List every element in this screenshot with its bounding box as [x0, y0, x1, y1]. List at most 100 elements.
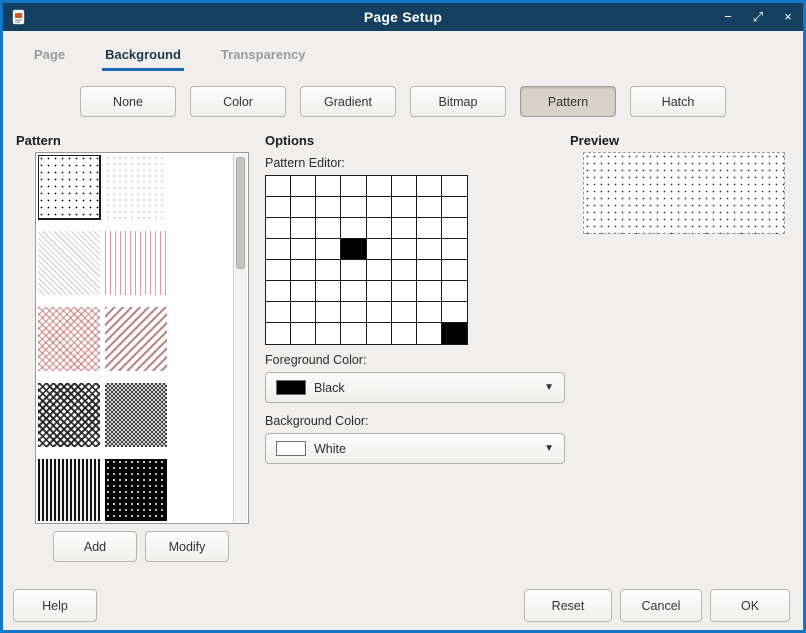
cancel-button[interactable]: Cancel [620, 589, 702, 622]
close-icon[interactable]: × [781, 3, 795, 31]
editor-cell-4-3[interactable] [341, 260, 366, 281]
editor-cell-4-5[interactable] [392, 260, 417, 281]
editor-cell-1-5[interactable] [392, 197, 417, 218]
page-setup-dialog: Page Setup − ⤢ × Page Background Transpa… [0, 0, 806, 633]
fill-none-button[interactable]: None [80, 86, 176, 117]
editor-cell-0-6[interactable] [417, 176, 442, 197]
minimize-icon[interactable]: − [721, 3, 735, 31]
help-button[interactable]: Help [13, 589, 97, 622]
editor-cell-1-2[interactable] [316, 197, 341, 218]
editor-cell-2-4[interactable] [367, 218, 392, 239]
editor-cell-7-3[interactable] [341, 323, 366, 344]
pattern-swatch-dots-sparse[interactable] [38, 155, 100, 219]
editor-cell-4-0[interactable] [266, 260, 291, 281]
reset-button[interactable]: Reset [524, 589, 612, 622]
editor-cell-5-1[interactable] [291, 281, 316, 302]
editor-cell-1-3[interactable] [341, 197, 366, 218]
editor-cell-7-7[interactable] [442, 323, 467, 344]
editor-cell-0-1[interactable] [291, 176, 316, 197]
editor-cell-3-5[interactable] [392, 239, 417, 260]
editor-cell-4-6[interactable] [417, 260, 442, 281]
pattern-editor-grid[interactable] [265, 175, 468, 345]
pattern-swatch-diagonal-red[interactable] [105, 307, 167, 371]
editor-cell-2-2[interactable] [316, 218, 341, 239]
background-color-dropdown[interactable]: White ▼ [265, 433, 565, 464]
editor-cell-6-0[interactable] [266, 302, 291, 323]
editor-cell-4-1[interactable] [291, 260, 316, 281]
titlebar[interactable]: Page Setup − ⤢ × [3, 3, 803, 31]
editor-cell-1-0[interactable] [266, 197, 291, 218]
editor-cell-3-4[interactable] [367, 239, 392, 260]
editor-cell-6-3[interactable] [341, 302, 366, 323]
editor-cell-2-1[interactable] [291, 218, 316, 239]
editor-cell-3-1[interactable] [291, 239, 316, 260]
editor-cell-5-2[interactable] [316, 281, 341, 302]
pattern-swatch-black-white-dots[interactable] [105, 459, 167, 521]
scrollbar-thumb[interactable] [236, 157, 245, 269]
fill-gradient-button[interactable]: Gradient [300, 86, 396, 117]
editor-cell-3-2[interactable] [316, 239, 341, 260]
editor-cell-6-2[interactable] [316, 302, 341, 323]
fill-color-button[interactable]: Color [190, 86, 286, 117]
pattern-swatch-crosshatch-red[interactable] [38, 307, 100, 371]
tab-page[interactable]: Page [31, 47, 68, 71]
editor-cell-7-0[interactable] [266, 323, 291, 344]
editor-cell-2-0[interactable] [266, 218, 291, 239]
editor-cell-6-6[interactable] [417, 302, 442, 323]
fill-bitmap-button[interactable]: Bitmap [410, 86, 506, 117]
fill-hatch-button[interactable]: Hatch [630, 86, 726, 117]
add-button[interactable]: Add [53, 531, 137, 562]
editor-cell-1-6[interactable] [417, 197, 442, 218]
editor-cell-0-4[interactable] [367, 176, 392, 197]
pattern-list-scrollbar[interactable] [233, 154, 247, 522]
pattern-swatch-dots-diagonal[interactable] [38, 231, 100, 295]
pattern-swatch-lines-vertical-red[interactable] [105, 231, 167, 295]
editor-cell-1-7[interactable] [442, 197, 467, 218]
editor-cell-0-0[interactable] [266, 176, 291, 197]
editor-cell-7-4[interactable] [367, 323, 392, 344]
editor-cell-0-3[interactable] [341, 176, 366, 197]
tab-background[interactable]: Background [102, 47, 184, 71]
editor-cell-0-7[interactable] [442, 176, 467, 197]
editor-cell-6-5[interactable] [392, 302, 417, 323]
editor-cell-5-7[interactable] [442, 281, 467, 302]
editor-cell-0-2[interactable] [316, 176, 341, 197]
editor-cell-6-1[interactable] [291, 302, 316, 323]
editor-cell-7-2[interactable] [316, 323, 341, 344]
editor-cell-4-2[interactable] [316, 260, 341, 281]
modify-button[interactable]: Modify [145, 531, 229, 562]
editor-cell-3-7[interactable] [442, 239, 467, 260]
editor-cell-5-4[interactable] [367, 281, 392, 302]
pattern-swatch-checker-fine[interactable] [105, 383, 167, 447]
editor-cell-2-6[interactable] [417, 218, 442, 239]
foreground-color-dropdown[interactable]: Black ▼ [265, 372, 565, 403]
editor-cell-0-5[interactable] [392, 176, 417, 197]
editor-cell-1-4[interactable] [367, 197, 392, 218]
fill-pattern-button[interactable]: Pattern [520, 86, 616, 117]
editor-cell-4-4[interactable] [367, 260, 392, 281]
pattern-swatch-crosshatch-dark[interactable] [38, 383, 100, 447]
tab-transparency[interactable]: Transparency [218, 47, 309, 71]
pattern-swatch-stripes-vertical[interactable] [38, 459, 100, 521]
editor-cell-5-6[interactable] [417, 281, 442, 302]
editor-cell-5-0[interactable] [266, 281, 291, 302]
ok-button[interactable]: OK [710, 589, 790, 622]
editor-cell-2-5[interactable] [392, 218, 417, 239]
editor-cell-1-1[interactable] [291, 197, 316, 218]
editor-cell-5-3[interactable] [341, 281, 366, 302]
editor-cell-3-6[interactable] [417, 239, 442, 260]
pattern-list[interactable] [35, 152, 249, 524]
editor-cell-6-4[interactable] [367, 302, 392, 323]
editor-cell-7-1[interactable] [291, 323, 316, 344]
editor-cell-2-7[interactable] [442, 218, 467, 239]
editor-cell-6-7[interactable] [442, 302, 467, 323]
maximize-icon[interactable]: ⤢ [751, 3, 765, 31]
pattern-swatch-dots-faint[interactable] [105, 155, 167, 219]
editor-cell-5-5[interactable] [392, 281, 417, 302]
editor-cell-4-7[interactable] [442, 260, 467, 281]
editor-cell-3-3[interactable] [341, 239, 366, 260]
editor-cell-3-0[interactable] [266, 239, 291, 260]
editor-cell-7-6[interactable] [417, 323, 442, 344]
editor-cell-2-3[interactable] [341, 218, 366, 239]
editor-cell-7-5[interactable] [392, 323, 417, 344]
